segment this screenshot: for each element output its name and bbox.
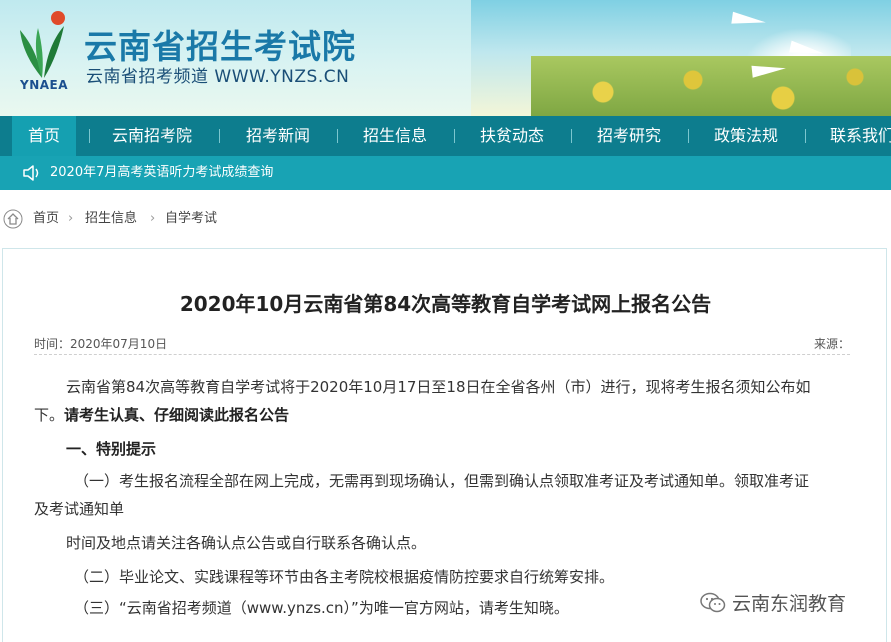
nav-item-institute[interactable]: 云南招考院	[102, 116, 202, 156]
section-heading-text: 一、特别提示	[66, 440, 157, 458]
breadcrumb-home[interactable]: 首页	[33, 205, 59, 233]
notice-link[interactable]: 2020年7月高考英语听力考试成绩查询	[50, 156, 273, 190]
breadcrumb-self-study-exam[interactable]: 自学考试	[165, 205, 217, 233]
paragraph-text: （二）毕业论文、实践课程等环节由各主考院校根据疫情防控要求自行统筹安排。	[74, 568, 615, 586]
nav-item-contact[interactable]: 联系我们	[820, 116, 891, 156]
site-subtitle: 云南省招考频道 WWW.YNZS.CN	[86, 67, 350, 87]
breadcrumb-separator-icon: ›	[150, 211, 156, 226]
breadcrumb-admission-info[interactable]: 招生信息	[85, 205, 137, 233]
article-title: 2020年10月云南省第84次高等教育自学考试网上报名公告	[179, 292, 712, 316]
section-heading: 一、特别提示	[66, 435, 886, 463]
header-banner: YNAEA 云南省招生考试院 云南省招考频道 WWW.YNZS.CN	[0, 0, 891, 116]
main-nav: 首页 云南招考院 招考新闻 招生信息 扶贫动态 招考研究 政策法规 联系我们	[0, 116, 891, 156]
nav-divider	[219, 129, 220, 143]
paragraph-text: （三）“云南省招考频道（www.ynzs.cn）”为唯一官方网站，请考生知晓。	[74, 599, 569, 617]
home-icon	[3, 209, 23, 229]
nav-item-policy[interactable]: 政策法规	[703, 116, 789, 156]
article-paragraph: （二）毕业论文、实践课程等环节由各主考院校根据疫情防控要求自行统筹安排。	[74, 563, 891, 591]
nav-divider	[571, 129, 572, 143]
article-paragraph: （一）考生报名流程全部在网上完成，无需再到现场确认，但需到确认点领取准考证及考试…	[34, 467, 854, 495]
paragraph-text: 下。	[34, 406, 65, 424]
nav-divider	[454, 129, 455, 143]
nav-divider	[89, 129, 90, 143]
article-date: 时间：2020年07月10日	[34, 337, 168, 351]
article-paragraph: 云南省第84次高等教育自学考试将于2020年10月17日至18日在全省各州（市）…	[34, 373, 854, 401]
banner-flower-field	[531, 56, 891, 116]
breadcrumb-separator-icon: ›	[68, 211, 74, 226]
wechat-icon	[700, 592, 726, 613]
watermark-text: 云南东润教育	[732, 593, 847, 615]
nav-item-admission-info[interactable]: 招生信息	[352, 116, 438, 156]
nav-item-home[interactable]: 首页	[12, 116, 76, 156]
article-paragraph: 时间及地点请关注各确认点公告或自行联系各确认点。	[66, 529, 886, 557]
article-paragraph: 及考试通知单	[34, 495, 854, 523]
paragraph-text: （一）考生报名流程全部在网上完成，无需再到现场确认，但需到确认点领取准考证及考试…	[74, 472, 810, 490]
article-paragraph: 下。请考生认真、仔细阅读此报名公告	[34, 401, 854, 429]
nav-item-research[interactable]: 招考研究	[586, 116, 672, 156]
nav-divider	[688, 129, 689, 143]
article-source: 来源：	[813, 337, 850, 351]
nav-divider	[805, 129, 806, 143]
paragraph-text: 及考试通知单	[34, 500, 125, 518]
logo-text: YNAEA	[20, 78, 69, 92]
nav-item-news[interactable]: 招考新闻	[235, 116, 321, 156]
article-meta: 时间：2020年07月10日 来源：	[34, 332, 850, 355]
paragraph-emphasis: 请考生认真、仔细阅读此报名公告	[64, 406, 290, 424]
speaker-icon	[23, 165, 39, 181]
nav-item-poverty-relief[interactable]: 扶贫动态	[469, 116, 555, 156]
paragraph-text: 时间及地点请关注各确认点公告或自行联系各确认点。	[66, 534, 427, 552]
nav-divider	[337, 129, 338, 143]
article-paragraph: （三）“云南省招考频道（www.ynzs.cn）”为唯一官方网站，请考生知晓。	[74, 594, 674, 622]
site-title[interactable]: 云南省招生考试院	[84, 20, 356, 68]
notice-bar: 2020年7月高考英语听力考试成绩查询	[0, 156, 891, 190]
paragraph-text: 云南省第84次高等教育自学考试将于2020年10月17日至18日在全省各州（市）…	[66, 378, 811, 396]
